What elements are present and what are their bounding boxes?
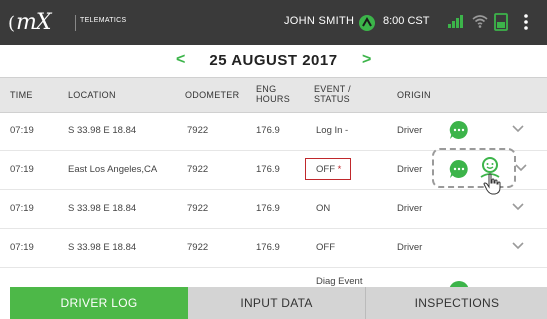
row-odometer: 7922 — [187, 203, 209, 214]
next-day-button[interactable]: > — [362, 51, 371, 69]
row-time: 07:19 — [10, 203, 34, 214]
row-odometer: 7922 — [187, 242, 209, 253]
brand-tag: TELEMATICS — [80, 17, 127, 24]
driver-name[interactable]: JOHN SMITH — [284, 15, 354, 27]
logo-text: mX — [16, 10, 52, 35]
row-location: S 33.98 E 18.84 — [68, 203, 137, 214]
wifi-icon — [471, 13, 489, 34]
log-row[interactable]: 07:19 S 33.98 E 18.84 7922 176.9 OFF Dri… — [0, 228, 547, 268]
row-event: ON — [316, 203, 331, 214]
tab-driver-log[interactable]: DRIVER LOG — [10, 287, 188, 319]
expand-chevron-icon[interactable] — [514, 161, 528, 180]
header-divider — [75, 15, 76, 31]
chat-icon[interactable] — [448, 158, 470, 185]
row-event: Diag Event — [316, 276, 363, 287]
log-row[interactable]: 07:19 S 33.98 E 18.84 7922 176.9 ON Driv… — [0, 189, 547, 229]
row-odometer: 7922 — [187, 125, 209, 136]
row-time: 07:19 — [10, 242, 34, 253]
row-time: 07:19 — [10, 164, 34, 175]
row-event: OFF * — [316, 164, 341, 175]
column-header-time: TIME — [10, 90, 33, 100]
expand-chevron-icon[interactable] — [511, 200, 525, 219]
column-header-location: LOCATION — [68, 90, 116, 100]
clock-time: 8:00 CST — [383, 15, 430, 27]
chat-icon[interactable] — [448, 119, 470, 146]
row-location: S 33.98 E 18.84 — [68, 242, 137, 253]
row-time: 07:19 — [10, 125, 34, 136]
event-marker: * — [337, 164, 342, 175]
log-row[interactable]: 07:19 S 33.98 E 18.84 7922 176.9 Log In … — [0, 111, 547, 151]
expand-chevron-icon[interactable] — [511, 239, 525, 258]
current-date: 25 AUGUST 2017 — [209, 52, 338, 69]
bottom-tabs: DRIVER LOG INPUT DATA INSPECTIONS — [0, 287, 547, 319]
column-header-origin: ORIGIN — [397, 90, 431, 100]
driver-status-icon[interactable] — [358, 14, 376, 37]
table-header: TIME LOCATION ODOMETER ENG HOURS EVENT /… — [0, 77, 547, 113]
row-origin: Driver — [397, 164, 423, 175]
tab-inspections[interactable]: INSPECTIONS — [365, 287, 547, 319]
row-odometer: 7922 — [187, 164, 209, 175]
log-row[interactable]: 07:19 East Los Angeles,CA 7922 176.9 OFF… — [0, 148, 547, 195]
more-menu-icon[interactable] — [523, 13, 529, 36]
signal-icon — [447, 13, 463, 34]
date-navigator: < 25 AUGUST 2017 > — [0, 45, 547, 77]
back-chevron-icon[interactable]: ( — [8, 13, 15, 34]
tab-input-data[interactable]: INPUT DATA — [188, 287, 365, 319]
row-origin: Driver — [397, 242, 423, 253]
column-header-eng-hours: ENG HOURS — [256, 84, 291, 104]
action-callout-box — [432, 148, 516, 188]
app-logo[interactable]: (mX — [8, 10, 52, 35]
column-header-odometer: ODOMETER — [185, 90, 240, 100]
row-eng-hours: 176.9 — [256, 203, 280, 214]
expand-chevron-icon[interactable] — [511, 122, 525, 141]
app-header: (mX TELEMATICS JOHN SMITH 8:00 CST — [0, 0, 547, 45]
column-header-event-status: EVENT / STATUS — [314, 84, 351, 104]
row-event: Log In - — [316, 125, 349, 136]
row-eng-hours: 176.9 — [256, 242, 280, 253]
event-text: OFF — [316, 164, 335, 175]
row-location: S 33.98 E 18.84 — [68, 125, 137, 136]
row-location: East Los Angeles,CA — [68, 164, 158, 175]
tablet-icon — [494, 13, 508, 36]
row-origin: Driver — [397, 203, 423, 214]
row-origin: Driver — [397, 125, 423, 136]
row-eng-hours: 176.9 — [256, 125, 280, 136]
row-eng-hours: 176.9 — [256, 164, 280, 175]
row-event: OFF — [316, 242, 335, 253]
